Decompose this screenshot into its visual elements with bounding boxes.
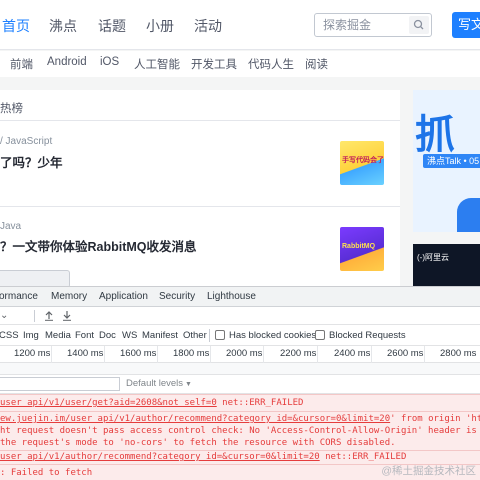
has-blocked-cookies-label: Has blocked cookies [229,330,317,341]
divider [0,120,400,121]
category-frontend[interactable]: 前端 [10,56,33,72]
console-error-row[interactable]: user_api/v1/author/recommend?category_id… [0,450,480,464]
banner-tag: 沸点Talk • 05 [423,154,480,168]
timeline-tick: 2000 ms [226,348,263,359]
nav-link-pins[interactable]: 沸点 [49,16,77,36]
tab-security[interactable]: Security [159,291,195,302]
nav-link-events[interactable]: 活动 [194,16,222,36]
drawer-splitter[interactable] [0,363,480,375]
article-title[interactable]: 了吗？少年 [0,152,63,171]
watermark: @稀土掘金技术社区 [381,465,476,477]
timeline-gridline [157,346,158,363]
chevron-down-icon[interactable]: ⌄ [0,310,8,321]
timeline-tick: 2200 ms [280,348,317,359]
timeline-tick: 2400 ms [334,348,371,359]
request-url-link[interactable]: user_api/v1/author/recommend?category_id… [0,452,320,462]
article-thumbnail[interactable]: RabbitMQ [340,227,384,271]
category-ai[interactable]: 人工智能 [134,56,180,72]
timeline-tick: 1400 ms [67,348,104,359]
feed-sort-header: 热榜 [0,90,23,122]
divider [34,310,35,322]
filter-font[interactable]: Font [75,330,94,341]
filter-other[interactable]: Other [183,330,207,341]
filter-manifest[interactable]: Manifest [142,330,178,341]
network-timeline-overview[interactable]: 1200 ms 1400 ms 1600 ms 1800 ms 2000 ms … [0,346,480,363]
nav-link-topics[interactable]: 话题 [98,16,126,36]
tab-performance[interactable]: ormance [0,291,38,302]
timeline-gridline [210,346,211,363]
sort-tab-hot[interactable]: 热榜 [0,103,23,115]
write-article-button[interactable]: 写文 [452,12,480,38]
article-title[interactable]: ？一文带你体验RabbitMQ收发消息 [0,236,197,255]
devtools-tab-strip: ormance Memory Application Security Ligh… [0,287,480,307]
timeline-gridline [263,346,264,363]
search-icon[interactable] [409,16,429,34]
console-error-text: user_api/v1/author/recommend?category_id… [0,452,407,462]
ad-banner[interactable]: (-)阿里云 [413,244,480,286]
tab-memory[interactable]: Memory [51,291,87,302]
divider [0,206,400,207]
article-thumbnail[interactable]: 手写代码会了 [340,141,384,185]
nav-link-books[interactable]: 小册 [146,16,174,36]
network-toolbar: ⌄ [0,307,480,325]
console-error-text: ew.juejin.im/user_api/v1/author/recommen… [0,414,480,424]
console-error-text: user_api/v1/user/get?aid=2608&not_self=0… [0,398,304,408]
banner-headline: 抓 [415,112,455,158]
tab-lighthouse[interactable]: Lighthouse [207,291,256,302]
browser-viewport: 首页 沸点 话题 小册 活动 写文 前端 Android iOS 人工智能 开发… [0,0,480,480]
filter-img[interactable]: Img [23,330,39,341]
request-url-link[interactable]: ew.juejin.im/user_api/v1/author/recommen… [0,414,390,424]
blocked-requests-label: Blocked Requests [329,330,406,341]
console-error-text: : Failed to fetch [0,468,93,478]
banner-illustration [457,198,480,232]
filter-css[interactable]: CSS [0,330,19,341]
blocked-requests-checkbox[interactable] [315,330,325,340]
timeline-tick: 1800 ms [173,348,210,359]
console-filter-input[interactable] [0,377,120,391]
console-error-text: the request's mode to 'no-cors' to fetch… [0,438,396,448]
timeline-gridline [104,346,105,363]
timeline-tick: 1600 ms [120,348,157,359]
timeline-gridline [371,346,372,363]
divider [209,329,210,342]
timeline-tick: 2800 ms [440,348,477,359]
log-levels-dropdown[interactable]: Default levels ▼ [126,378,192,389]
console-error-row[interactable]: ew.juejin.im/user_api/v1/author/recommen… [0,411,480,450]
article-tag[interactable]: / JavaScript [0,136,52,147]
timeline-gridline [424,346,425,363]
aliyun-logo: (-)阿里云 [417,253,449,262]
console-error-text: ht request doesn't pass access control c… [0,426,480,436]
article-feed: 热榜 / JavaScript 了吗？少年 手写代码会了 Java ？一文带你体… [0,90,400,286]
console-error-row[interactable]: user_api/v1/user/get?aid=2608&not_self=0… [0,394,480,411]
import-har-icon[interactable] [44,310,54,324]
category-ios[interactable]: iOS [100,56,119,68]
filter-doc[interactable]: Doc [99,330,116,341]
nav-link-home[interactable]: 首页 [2,16,30,36]
timeline-tick: 1200 ms [14,348,51,359]
tab-application[interactable]: Application [99,291,148,302]
category-bar: 前端 Android iOS 人工智能 开发工具 代码人生 阅读 [0,51,480,77]
timeline-tick: 2600 ms [387,348,424,359]
devtools-panel: ormance Memory Application Security Ligh… [0,286,480,480]
export-har-icon[interactable] [62,310,72,324]
timeline-gridline [317,346,318,363]
filter-ws[interactable]: WS [122,330,137,341]
console-toolbar: Default levels ▼ [0,375,480,394]
timeline-gridline [51,346,52,363]
top-nav: 首页 沸点 话题 小册 活动 写文 [0,0,480,50]
chevron-down-icon: ▼ [185,381,192,388]
filter-media[interactable]: Media [45,330,71,341]
resource-type-filters: CSS Img Media Font Doc WS Manifest Other… [0,325,480,346]
promo-banner[interactable]: 抓 沸点Talk • 05 [413,90,480,232]
has-blocked-cookies-checkbox[interactable] [215,330,225,340]
request-url-link[interactable]: user_api/v1/user/get?aid=2608&not_self=0 [0,398,217,408]
search-box [314,13,432,37]
category-devtools[interactable]: 开发工具 [191,56,237,72]
search-input[interactable] [323,14,403,36]
category-android[interactable]: Android [47,56,87,68]
article-tag[interactable]: Java [0,221,21,232]
category-reading[interactable]: 阅读 [305,56,328,72]
category-coding-life[interactable]: 代码人生 [248,56,294,72]
